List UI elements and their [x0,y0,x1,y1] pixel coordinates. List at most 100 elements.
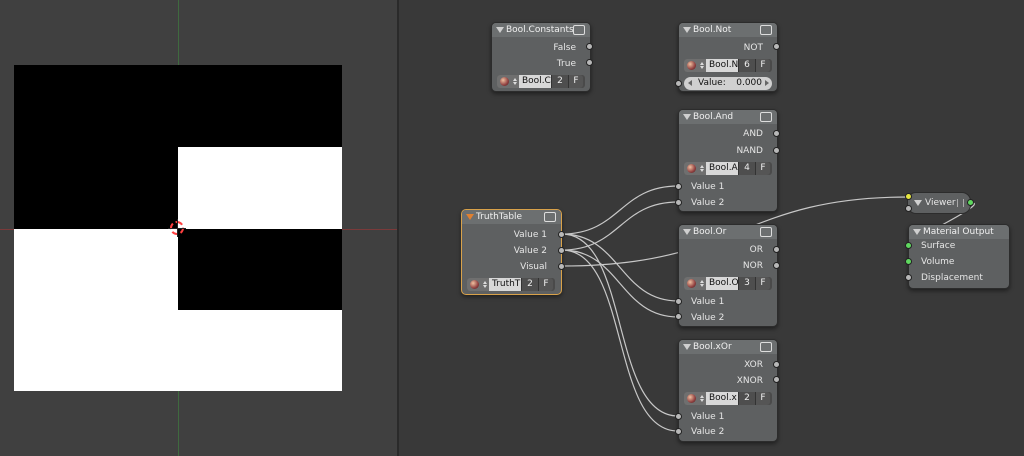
socket-viewer-alpha[interactable] [905,205,912,212]
datablock-name[interactable]: Bool.A [706,162,738,175]
input-label: Value 2 [691,427,725,437]
socket-or-value1[interactable] [675,298,682,305]
preview-toggle-icon[interactable] [760,227,772,237]
datablock-name[interactable]: Bool.O [706,277,738,290]
socket-volume[interactable] [905,258,912,265]
user-count[interactable]: 2 [521,278,538,291]
user-count[interactable]: 2 [738,392,755,405]
node-header[interactable]: Material Output [909,225,1009,239]
fake-user-button[interactable]: F [755,392,770,405]
fake-user-button[interactable]: F [755,59,770,72]
socket-xor-value2[interactable] [675,428,682,435]
node-group-icon[interactable] [684,277,706,290]
socket-xnor[interactable] [773,376,780,383]
socket-nand[interactable] [773,147,780,154]
node-title: TruthTable [476,212,523,222]
node-header[interactable]: TruthTable [462,210,561,224]
datablock-selector[interactable]: Bool.C 2 F [497,75,585,88]
output-label: XNOR [736,376,763,386]
fake-user-button[interactable]: F [538,278,553,291]
node-bool-and[interactable]: Bool.And AND NAND Bool.A 4 F Value 1 Val… [678,109,778,212]
socket-value-input[interactable] [675,80,682,87]
datablock-name[interactable]: Bool.x [706,392,738,405]
preview-toggle-icon[interactable] [760,25,772,35]
datablock-selector[interactable]: TruthT 2 F [467,278,555,291]
socket-and-value2[interactable] [675,199,682,206]
user-count[interactable]: 2 [551,75,568,88]
datablock-selector[interactable]: Bool.N 6 F [684,59,772,72]
collapse-triangle-icon[interactable] [683,229,691,235]
collapse-triangle-icon[interactable] [914,200,922,206]
fake-user-button[interactable]: F [568,75,583,88]
node-group-icon[interactable] [684,59,706,72]
node-bool-not[interactable]: Bool.Not NOT Bool.N 6 F Value: 0.000 [678,22,778,92]
node-material-output[interactable]: Material Output Surface Volume Displacem… [908,224,1010,289]
collapse-triangle-icon[interactable] [683,344,691,350]
decrement-arrow-icon[interactable] [688,80,692,86]
datablock-name[interactable]: Bool.N [706,59,738,72]
node-title: Bool.Or [693,227,727,237]
3d-cursor-icon[interactable] [168,219,186,237]
increment-arrow-icon[interactable] [765,80,769,86]
preview-toggle-icon[interactable] [544,212,556,222]
user-count[interactable]: 3 [738,277,755,290]
collapse-triangle-icon[interactable] [496,27,504,33]
render-quad-bottom-right-white [178,310,342,391]
collapse-triangle-icon[interactable] [913,229,921,235]
socket-xor[interactable] [773,361,780,368]
output-label: NAND [736,146,763,156]
node-header[interactable]: Bool.Constants [492,23,590,37]
datablock-selector[interactable]: Bool.A 4 F [684,162,772,175]
fake-user-button[interactable]: F [755,277,770,290]
datablock-selector[interactable]: Bool.O 3 F [684,277,772,290]
node-header[interactable]: Bool.And [679,110,777,124]
node-bool-xor[interactable]: Bool.xOr XOR XNOR Bool.x 2 F Value 1 Val… [678,339,778,442]
user-count[interactable]: 6 [738,59,755,72]
node-bool-or[interactable]: Bool.Or OR NOR Bool.O 3 F Value 1 Value … [678,224,778,327]
socket-tt-visual[interactable] [558,263,565,270]
input-label: Value 2 [691,198,725,208]
drag-handle-icon[interactable] [957,199,964,207]
node-header[interactable]: Bool.Not [679,23,777,37]
socket-or[interactable] [773,246,780,253]
socket-true[interactable] [586,59,593,66]
preview-toggle-icon[interactable] [760,112,772,122]
node-viewer[interactable]: Viewer [907,192,971,214]
datablock-name[interactable]: Bool.C [519,75,551,88]
user-count[interactable]: 4 [738,162,755,175]
node-header[interactable]: Bool.xOr [679,340,777,354]
node-header[interactable]: Bool.Or [679,225,777,239]
datablock-selector[interactable]: Bool.x 2 F [684,392,772,405]
socket-viewer-output[interactable] [967,199,974,206]
node-truth-table[interactable]: TruthTable Value 1 Value 2 Visual TruthT… [461,209,562,295]
socket-viewer-color[interactable] [905,193,912,200]
collapse-triangle-icon[interactable] [683,114,691,120]
datablock-name[interactable]: TruthT [489,278,521,291]
socket-nor[interactable] [773,262,780,269]
socket-tt-value1[interactable] [558,231,565,238]
node-group-icon[interactable] [684,162,706,175]
preview-toggle-icon[interactable] [760,342,772,352]
value-field[interactable]: Value: 0.000 [684,77,772,90]
fake-user-button[interactable]: F [755,162,770,175]
socket-surface[interactable] [905,242,912,249]
socket-and-value1[interactable] [675,183,682,190]
node-bool-constants[interactable]: Bool.Constants False True Bool.C 2 F [491,22,591,92]
node-group-icon[interactable] [684,392,706,405]
socket-false[interactable] [586,43,593,50]
render-quad-bottom-left [14,229,178,391]
node-group-icon[interactable] [467,278,489,291]
node-group-icon[interactable] [497,75,519,88]
socket-displacement[interactable] [905,274,912,281]
socket-and[interactable] [773,130,780,137]
3d-viewport[interactable] [0,0,397,456]
socket-tt-value2[interactable] [558,247,565,254]
socket-xor-value1[interactable] [675,413,682,420]
collapse-triangle-icon[interactable] [683,27,691,33]
collapse-triangle-icon[interactable] [466,214,474,220]
preview-toggle-icon[interactable] [573,25,585,35]
socket-or-value2[interactable] [675,313,682,320]
node-title: Material Output [923,227,994,237]
socket-not[interactable] [773,43,780,50]
node-title: Bool.And [693,112,734,122]
